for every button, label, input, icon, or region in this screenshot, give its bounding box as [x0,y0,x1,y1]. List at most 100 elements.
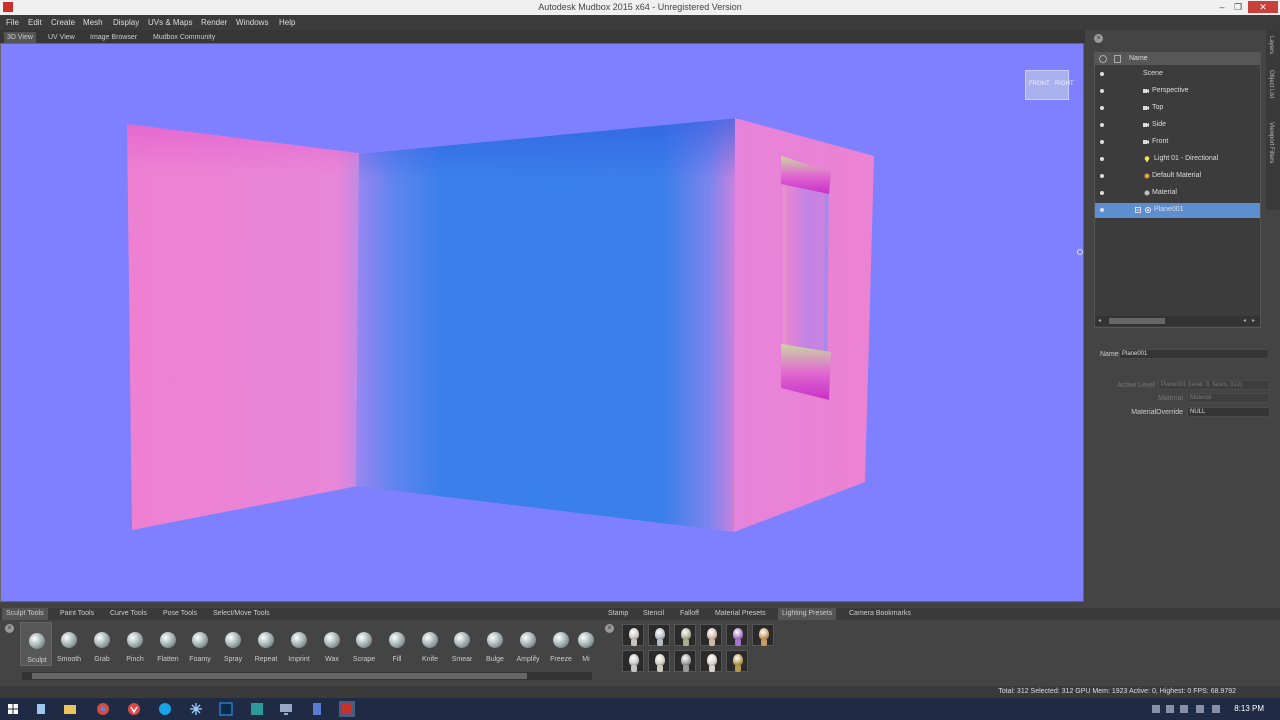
tab-lighting-presets[interactable]: Lighting Presets [778,608,837,620]
lighting-preset-thumbnail[interactable] [622,650,644,672]
tool-smear[interactable]: Smear [446,622,478,666]
scroll-left-icon[interactable]: ◂ [1098,317,1101,324]
lighting-preset-thumbnail[interactable] [674,650,696,672]
object-row-default-material[interactable]: Default Material [1095,169,1260,184]
tab-curve-tools[interactable]: Curve Tools [106,608,151,620]
object-row-light[interactable]: Light 01 - Directional [1095,152,1260,167]
vivaldi-icon[interactable] [126,701,142,717]
active-level-select[interactable]: Plane001 (level: 0, faces: 312) [1158,380,1270,390]
tray-volume-icon[interactable] [1212,705,1220,713]
tab-paint-tools[interactable]: Paint Tools [56,608,98,620]
menu-file[interactable]: File [6,18,19,27]
menu-render[interactable]: Render [201,18,227,27]
view-cube[interactable]: FRONT RIGHT [1025,66,1074,102]
tab-uv-view[interactable]: UV View [45,32,78,43]
tab-camera-bookmarks[interactable]: Camera Bookmarks [845,608,915,620]
tab-stencil[interactable]: Stencil [639,608,668,620]
menu-display[interactable]: Display [113,18,139,27]
expand-icon[interactable] [1135,207,1141,213]
name-field[interactable]: Plane001 [1119,349,1269,359]
object-row-front[interactable]: Front [1095,135,1260,150]
tool-repeat[interactable]: Repeat [250,622,282,666]
lighting-preset-thumbnail[interactable] [752,624,774,646]
side-tab-object-list[interactable]: Object List [1268,70,1274,98]
tab-sculpt-tools[interactable]: Sculpt Tools [2,608,48,620]
maya-icon[interactable] [249,701,265,717]
3d-viewport[interactable]: FRONT RIGHT [0,43,1084,602]
tool-freeze[interactable]: Freeze [545,622,577,666]
tray-close-icon[interactable]: × [5,624,14,633]
file-icon[interactable] [33,701,49,717]
menu-mesh[interactable]: Mesh [83,18,103,27]
visibility-dot-icon[interactable] [1100,140,1104,144]
object-row-perspective[interactable]: Perspective [1095,84,1260,99]
tray-flag-icon[interactable] [1180,705,1188,713]
lock-column-icon[interactable] [1114,55,1121,63]
panel-close-icon[interactable]: × [1094,34,1103,43]
photoshop-icon[interactable] [218,701,234,717]
object-row-material[interactable]: Material [1095,186,1260,201]
menu-windows[interactable]: Windows [236,18,268,27]
material-select[interactable]: Material [1187,393,1270,403]
tool-scrape[interactable]: Scrape [348,622,380,666]
visibility-dot-icon[interactable] [1100,174,1104,178]
tab-falloff[interactable]: Falloff [676,608,703,620]
tool-pinch[interactable]: Pinch [119,622,151,666]
tool-amplify[interactable]: Amplify [512,622,544,666]
tool-imprint[interactable]: Imprint [283,622,315,666]
visibility-dot-icon[interactable] [1100,72,1104,76]
scrollbar-thumb[interactable] [1109,318,1165,324]
tab-pose-tools[interactable]: Pose Tools [159,608,201,620]
menu-edit[interactable]: Edit [28,18,42,27]
lighting-preset-thumbnail[interactable] [648,624,670,646]
tool-smooth[interactable]: Smooth [53,622,85,666]
lighting-preset-thumbnail[interactable] [700,624,722,646]
tray-display-icon[interactable] [1196,705,1204,713]
lighting-preset-thumbnail[interactable] [622,624,644,646]
visibility-dot-icon[interactable] [1100,89,1104,93]
scroll-right-icon[interactable]: ▸ [1252,317,1255,324]
visibility-column-icon[interactable] [1099,55,1107,63]
tab-3d-view[interactable]: 3D View [4,32,36,43]
mudbox-taskbar-icon[interactable] [339,701,355,717]
object-row-top[interactable]: Top [1095,101,1260,116]
lighting-preset-thumbnail[interactable] [700,650,722,672]
object-row-scene[interactable]: Scene [1095,67,1260,82]
lighting-preset-thumbnail[interactable] [674,624,696,646]
taskbar-clock[interactable]: 8:13 PM [1234,704,1264,713]
tab-select-move-tools[interactable]: Select/Move Tools [209,608,274,620]
tool-spray[interactable]: Spray [217,622,249,666]
tab-image-browser[interactable]: Image Browser [87,32,140,43]
object-row-plane001[interactable]: Plane001 [1095,203,1260,218]
menu-help[interactable]: Help [279,18,295,27]
folder-icon[interactable] [62,701,78,717]
visibility-dot-icon[interactable] [1100,208,1104,212]
tab-material-presets[interactable]: Material Presets [711,608,770,620]
tray-network-icon[interactable] [1166,705,1174,713]
object-row-side[interactable]: Side [1095,118,1260,133]
visibility-dot-icon[interactable] [1100,157,1104,161]
scroll-left-end-icon[interactable]: ◂ [1243,317,1246,324]
tab-mudbox-community[interactable]: Mudbox Community [150,32,218,43]
visibility-dot-icon[interactable] [1100,123,1104,127]
windows-start-icon[interactable] [5,701,21,717]
presets-close-icon[interactable]: × [605,624,614,633]
maximize-button[interactable]: ❐ [1226,1,1250,13]
visibility-dot-icon[interactable] [1100,191,1104,195]
snowflake-app-icon[interactable] [188,701,204,717]
object-list-scrollbar[interactable]: ◂ ◂ ▸ [1095,316,1260,326]
side-tab-viewport-filters[interactable]: Viewport Filters [1268,122,1274,163]
skype-icon[interactable] [157,701,173,717]
panel-resize-handle[interactable] [1077,249,1083,255]
tool-tray-scrollbar[interactable] [22,672,592,680]
close-button[interactable]: ✕ [1248,1,1278,13]
chrome-icon[interactable] [95,701,111,717]
tool-fill[interactable]: Fill [381,622,413,666]
tool-bulge[interactable]: Bulge [479,622,511,666]
tool-mirror[interactable]: Mi [574,622,594,666]
tool-grab[interactable]: Grab [86,622,118,666]
tool-foamy[interactable]: Foamy [184,622,216,666]
side-tab-layers[interactable]: Layers [1268,36,1274,54]
menu-uvs-maps[interactable]: UVs & Maps [148,18,192,27]
material-override-select[interactable]: NULL [1187,407,1270,417]
